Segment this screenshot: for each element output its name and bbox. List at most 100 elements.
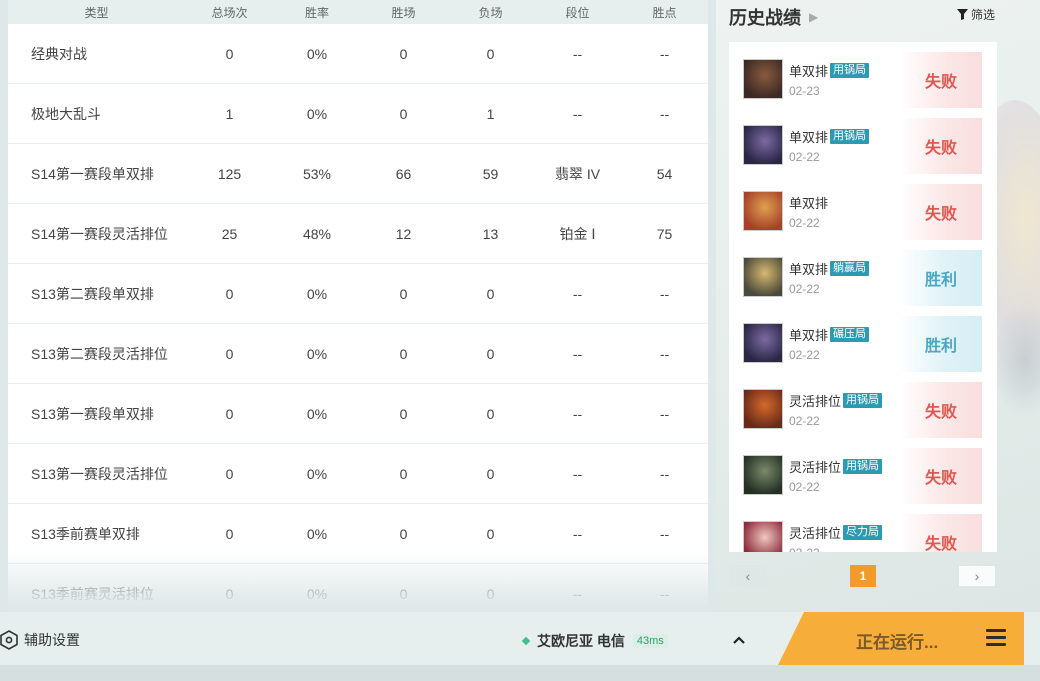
stats-row: S13季前赛单双排 0 0% 0 0 -- -- bbox=[8, 504, 708, 564]
stats-rows: 经典对战 0 0% 0 0 -- -- 极地大乱斗 1 0% 0 1 -- -- S14第一赛段单双排 125… bbox=[8, 24, 708, 612]
match-mode: 灵活排位 用锅局 bbox=[789, 391, 883, 410]
stats-cell: S13第二赛段灵活排位 bbox=[31, 345, 168, 362]
stats-cell: 0 bbox=[225, 45, 234, 62]
stats-table: 类型 总场次 胜率 胜场 负场 段位 胜点 经典对战 0 0% 0 0 -- -- 极地大乱斗… bbox=[8, 0, 708, 612]
match-tag-badge: 尽力局 bbox=[843, 525, 883, 540]
stats-cell: -- bbox=[659, 465, 670, 482]
header-type: 类型 bbox=[84, 5, 109, 20]
stats-cell: 0 bbox=[399, 585, 408, 602]
stats-cell: 0 bbox=[225, 405, 234, 422]
status-dot-icon bbox=[521, 636, 531, 646]
stats-cell: 0 bbox=[399, 45, 408, 62]
match-item[interactable]: 灵活排位 用锅局 02-22 失败 bbox=[729, 438, 997, 504]
match-tag-badge: 躺赢局 bbox=[830, 261, 870, 276]
stats-cell: 13 bbox=[482, 225, 499, 242]
stats-cell: 经典对战 bbox=[31, 45, 87, 62]
hexagon-settings-icon bbox=[0, 630, 18, 650]
history-title-text: 历史战绩 bbox=[729, 8, 801, 28]
stats-cell: -- bbox=[572, 45, 583, 62]
header-total: 总场次 bbox=[211, 5, 248, 20]
stats-cell: -- bbox=[572, 285, 583, 302]
stats-cell: S14第一赛段灵活排位 bbox=[31, 225, 168, 242]
match-mode: 单双排 用锅局 bbox=[789, 127, 870, 146]
stats-cell: 0 bbox=[486, 585, 495, 602]
match-mode-label: 单双排 bbox=[789, 64, 829, 79]
pager-next-button[interactable]: › bbox=[958, 565, 996, 587]
stats-cell: 0 bbox=[399, 345, 408, 362]
stats-row: 极地大乱斗 1 0% 0 1 -- -- bbox=[8, 84, 708, 144]
match-result: 失败 bbox=[900, 184, 982, 240]
stats-row: S13第一赛段单双排 0 0% 0 0 -- -- bbox=[8, 384, 708, 444]
stats-cell: -- bbox=[572, 465, 583, 482]
match-mode-label: 单双排 bbox=[789, 328, 829, 343]
stats-cell: S13第一赛段灵活排位 bbox=[31, 465, 168, 482]
stats-cell: 0 bbox=[399, 465, 408, 482]
match-tag-badge: 用锅局 bbox=[843, 393, 883, 408]
match-tag-badge: 用锅局 bbox=[830, 129, 870, 144]
stats-cell: 54 bbox=[656, 165, 673, 182]
stats-cell: 12 bbox=[395, 225, 412, 242]
stats-cell: 75 bbox=[656, 225, 673, 242]
stats-cell: -- bbox=[572, 105, 583, 122]
stats-cell: -- bbox=[572, 525, 583, 542]
stats-cell: -- bbox=[659, 585, 670, 602]
bottom-strip bbox=[0, 665, 1040, 681]
filter-label: 筛选 bbox=[971, 8, 996, 22]
match-mode-label: 灵活排位 bbox=[789, 526, 842, 541]
match-result: 失败 bbox=[900, 382, 982, 438]
stats-cell: -- bbox=[659, 105, 670, 122]
assist-settings-button[interactable]: 辅助设置 bbox=[0, 630, 80, 650]
champion-avatar bbox=[743, 191, 783, 231]
champion-avatar bbox=[743, 257, 783, 297]
pager-prev-button[interactable]: ‹ bbox=[729, 565, 767, 587]
match-item[interactable]: 单双排 用锅局 02-22 失败 bbox=[729, 108, 997, 174]
stats-cell: 0 bbox=[486, 405, 495, 422]
match-result: 失败 bbox=[900, 52, 982, 108]
header-lp: 胜点 bbox=[652, 5, 677, 20]
server-status[interactable]: 艾欧尼亚 电信 43ms bbox=[521, 631, 668, 651]
match-item[interactable]: 单双排 碾压局 02-22 胜利 bbox=[729, 306, 997, 372]
stats-cell: -- bbox=[659, 285, 670, 302]
match-item[interactable]: 单双排 躺赢局 02-22 胜利 bbox=[729, 240, 997, 306]
match-item[interactable]: 单双排 02-22 失败 bbox=[729, 174, 997, 240]
stats-cell: 0 bbox=[486, 345, 495, 362]
match-mode-label: 单双排 bbox=[789, 196, 829, 211]
match-item[interactable]: 灵活排位尽力局 02-22 失败 bbox=[729, 504, 997, 552]
chevron-left-icon: ‹ bbox=[745, 568, 751, 584]
expand-button[interactable] bbox=[730, 631, 748, 649]
stats-cell: 66 bbox=[395, 165, 412, 182]
header-losses: 负场 bbox=[478, 5, 503, 20]
stats-cell: 0 bbox=[225, 285, 234, 302]
match-date: 02-23 bbox=[789, 84, 820, 98]
stats-cell: S13季前赛单双排 bbox=[31, 525, 140, 542]
stats-cell: 125 bbox=[217, 165, 242, 182]
stats-cell: 0% bbox=[306, 585, 328, 602]
stats-cell: 25 bbox=[221, 225, 238, 242]
stats-cell: 翡翠 IV bbox=[554, 165, 601, 182]
stats-cell: 0 bbox=[486, 285, 495, 302]
match-mode: 单双排 躺赢局 bbox=[789, 259, 870, 278]
pager-current-page[interactable]: 1 bbox=[850, 565, 876, 587]
assist-settings-label: 辅助设置 bbox=[24, 632, 80, 648]
match-mode: 灵活排位 用锅局 bbox=[789, 457, 883, 476]
match-date: 02-22 bbox=[789, 150, 820, 164]
stats-cell: 0% bbox=[306, 285, 328, 302]
history-title[interactable]: 历史战绩 ▶ bbox=[729, 4, 818, 30]
filter-button[interactable]: 筛选 bbox=[957, 6, 995, 23]
match-result: 失败 bbox=[900, 448, 982, 504]
stats-row: S13第二赛段单双排 0 0% 0 0 -- -- bbox=[8, 264, 708, 324]
server-name: 艾欧尼亚 电信 bbox=[537, 633, 625, 649]
stats-cell: S13季前赛灵活排位 bbox=[31, 585, 154, 602]
hamburger-menu-icon[interactable] bbox=[986, 629, 1006, 647]
stats-cell: -- bbox=[659, 525, 670, 542]
stats-cell: 0 bbox=[399, 285, 408, 302]
stats-cell: S13第二赛段单双排 bbox=[31, 285, 154, 302]
champion-avatar bbox=[743, 59, 783, 99]
stats-cell: -- bbox=[572, 405, 583, 422]
stats-cell: 0 bbox=[225, 585, 234, 602]
match-item[interactable]: 灵活排位 用锅局 02-22 失败 bbox=[729, 372, 997, 438]
header-rank: 段位 bbox=[565, 5, 590, 20]
match-item[interactable]: 单双排 用锅局 02-23 失败 bbox=[729, 42, 997, 108]
match-tag-badge: 用锅局 bbox=[830, 63, 870, 78]
stats-cell: 0 bbox=[225, 345, 234, 362]
